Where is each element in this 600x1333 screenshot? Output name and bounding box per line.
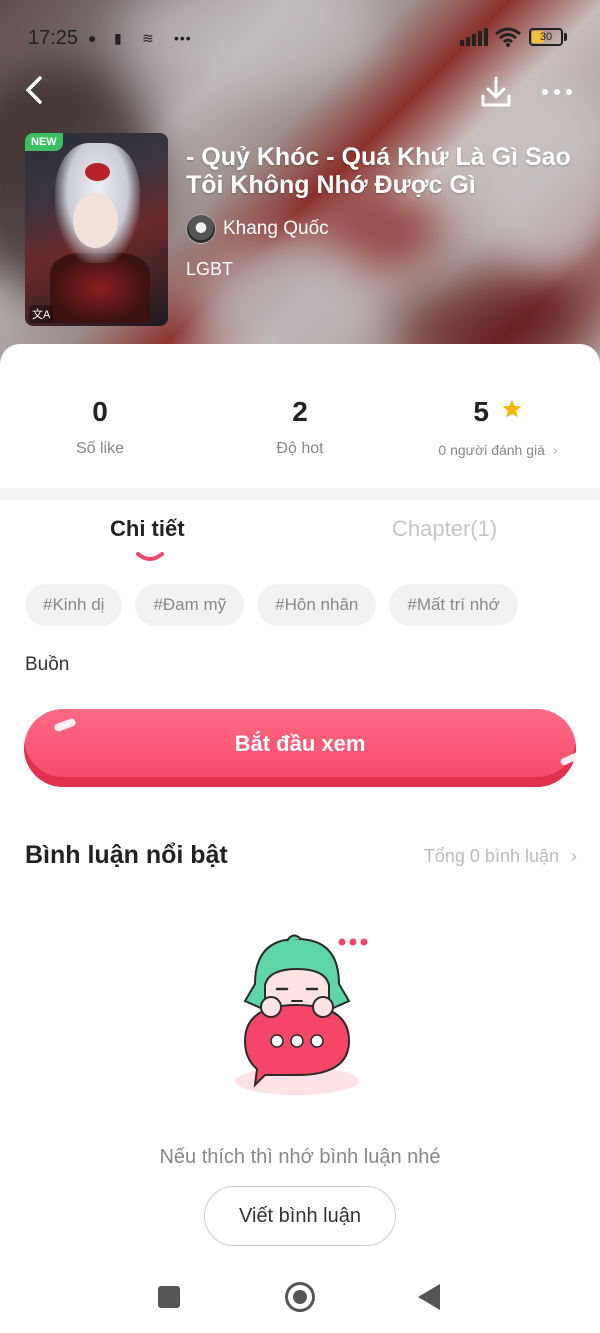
battery-icon: 30 bbox=[529, 28, 563, 46]
home-icon[interactable] bbox=[285, 1282, 315, 1312]
book-title: - Quỷ Khóc - Quá Khứ Là Gì Sao Tôi Không… bbox=[186, 143, 571, 199]
more-options-icon[interactable] bbox=[538, 84, 574, 100]
translate-icon: 文A bbox=[29, 305, 54, 323]
signal-icon bbox=[460, 28, 488, 46]
recent-apps-icon[interactable] bbox=[158, 1286, 180, 1308]
author[interactable]: Khang Quốc bbox=[186, 214, 329, 244]
likes-value: 0 bbox=[92, 396, 108, 427]
tab-indicator bbox=[136, 552, 164, 561]
chevron-right-icon: › bbox=[552, 442, 558, 458]
comments-header: Bình luận nổi bật Tổng 0 bình luận › bbox=[25, 837, 577, 877]
write-comment-button[interactable]: Viết bình luận bbox=[204, 1186, 396, 1246]
book-cover: NEW 文A bbox=[25, 133, 168, 326]
book-description: Buồn bbox=[25, 654, 70, 675]
section-divider bbox=[0, 488, 600, 500]
hot-value: 2 bbox=[292, 396, 308, 427]
system-back-icon[interactable] bbox=[418, 1284, 440, 1310]
empty-comments-text: Nếu thích thì nhớ bình luận nhé bbox=[159, 1146, 441, 1168]
stat-rating[interactable]: 5 0 người đánh giá › bbox=[398, 394, 598, 458]
layers-icon: ≋ bbox=[142, 30, 154, 46]
star-icon bbox=[502, 399, 521, 418]
empty-comments-illustration bbox=[235, 934, 368, 1095]
comments-title: Bình luận nổi bật bbox=[25, 841, 228, 869]
book-header: 17:25 ● ▮ ≋ ••• 30 NEW 文A - Quỷ Khóc - Q… bbox=[0, 0, 600, 380]
rating-label: 0 người đánh giá bbox=[438, 442, 545, 458]
details-card: 0 Số like 2 Độ hot 5 0 người đánh giá › C… bbox=[0, 344, 600, 1333]
comments-total-link[interactable]: Tổng 0 bình luận › bbox=[424, 846, 577, 867]
rating-value: 5 bbox=[473, 396, 489, 427]
back-icon[interactable] bbox=[18, 72, 54, 108]
tag-list: #Kinh dị #Đam mỹ #Hôn nhân #Mất trí nhớ bbox=[25, 584, 518, 626]
tab-details[interactable]: Chi tiết bbox=[110, 516, 185, 542]
notification-icon: ▮ bbox=[114, 30, 122, 46]
system-nav-bar bbox=[0, 1260, 600, 1333]
hot-label: Độ hot bbox=[276, 440, 324, 457]
more-notifications-icon: ••• bbox=[174, 30, 192, 46]
genre-label[interactable]: LGBT bbox=[186, 259, 233, 280]
likes-label: Số like bbox=[75, 440, 125, 457]
tag-chip[interactable]: #Đam mỹ bbox=[135, 584, 245, 626]
start-reading-button[interactable]: Bắt đầu xem bbox=[24, 709, 583, 787]
stat-hot: 2 Độ hot bbox=[200, 394, 400, 458]
tag-chip[interactable]: #Mất trí nhớ bbox=[389, 584, 518, 626]
tag-chip[interactable]: #Kinh dị bbox=[25, 584, 123, 626]
tag-chip[interactable]: #Hôn nhân bbox=[257, 584, 377, 626]
tab-bar: Chi tiết Chapter(1) bbox=[0, 510, 600, 561]
download-icon[interactable] bbox=[478, 74, 514, 110]
message-icon: ● bbox=[88, 30, 97, 46]
wifi-icon bbox=[495, 27, 521, 47]
stats-row: 0 Số like 2 Độ hot 5 0 người đánh giá › bbox=[0, 394, 600, 464]
tab-chapters[interactable]: Chapter(1) bbox=[392, 516, 497, 542]
author-avatar bbox=[186, 214, 216, 244]
start-reading-label: Bắt đầu xem bbox=[234, 731, 366, 756]
status-bar: 17:25 ● ▮ ≋ ••• 30 bbox=[0, 22, 600, 52]
stat-likes: 0 Số like bbox=[0, 394, 200, 458]
new-badge: NEW bbox=[25, 133, 63, 151]
status-time: 17:25 bbox=[28, 27, 79, 49]
author-name: Khang Quốc bbox=[223, 218, 329, 239]
chevron-right-icon: › bbox=[571, 846, 577, 866]
